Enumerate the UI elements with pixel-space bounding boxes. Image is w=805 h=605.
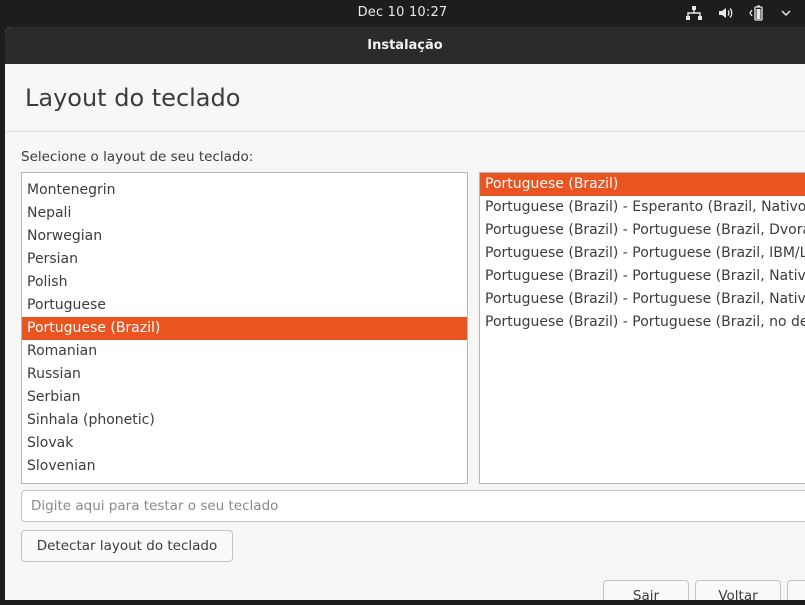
volume-icon[interactable]	[717, 5, 735, 21]
layout-list-item[interactable]: Persian	[22, 248, 467, 271]
installer-window: Instalação Layout do teclado Selecione o…	[5, 27, 805, 600]
layout-list-item[interactable]: Nepali	[22, 202, 467, 225]
variant-list-item[interactable]: Portuguese (Brazil) - Portuguese (Brazil…	[480, 288, 805, 311]
network-icon[interactable]	[685, 5, 703, 21]
variant-list-item[interactable]: Portuguese (Brazil) - Portuguese (Brazil…	[480, 219, 805, 242]
top-bar: Dec 10 10:27	[0, 0, 805, 27]
page-content: Selecione o layout de seu teclado: Monte…	[5, 132, 805, 600]
back-button[interactable]: Voltar	[695, 580, 781, 600]
layout-prompt: Selecione o layout de seu teclado:	[21, 149, 254, 165]
next-button[interactable]	[787, 580, 805, 600]
system-tray[interactable]	[685, 5, 791, 21]
variant-list-item[interactable]: Portuguese (Brazil) - Portuguese (Brazil…	[480, 311, 805, 334]
variant-list-item[interactable]: Portuguese (Brazil) - Esperanto (Brazil,…	[480, 196, 805, 219]
layout-list-item[interactable]: Slovak	[22, 432, 467, 455]
battery-icon[interactable]	[749, 5, 767, 21]
window-titlebar[interactable]: Instalação	[5, 27, 805, 64]
layout-list-item[interactable]: Russian	[22, 363, 467, 386]
layout-list-item[interactable]: Polish	[22, 271, 467, 294]
detect-layout-button[interactable]: Detectar layout do teclado	[21, 530, 233, 562]
page-title: Layout do teclado	[25, 84, 241, 112]
quit-button[interactable]: Sair	[603, 580, 689, 600]
page-header: Layout do teclado	[5, 64, 805, 132]
layout-list-item[interactable]: Romanian	[22, 340, 467, 363]
layout-list-item[interactable]: Portuguese (Brazil)	[22, 317, 467, 340]
variant-list[interactable]: Portuguese (Brazil) Portuguese (Brazil) -…	[479, 172, 805, 484]
layout-list-item[interactable]: Sinhala (phonetic)	[22, 409, 467, 432]
variant-list-item[interactable]: Portuguese (Brazil) - Portuguese (Brazil…	[480, 242, 805, 265]
screen-bottom-edge	[0, 600, 805, 605]
layout-list-item[interactable]: Slovenian	[22, 455, 467, 478]
menu-arrow-icon[interactable]	[781, 5, 791, 21]
variant-list-item[interactable]: Portuguese (Brazil)	[480, 173, 805, 196]
layout-list[interactable]: Montenegrin Nepali Norwegian Persian Polish P…	[21, 172, 468, 484]
window-title: Instalação	[367, 38, 443, 53]
keyboard-test-input[interactable]	[21, 490, 805, 522]
layout-list-item[interactable]: Montenegrin	[22, 179, 467, 202]
layout-list-item[interactable]: Norwegian	[22, 225, 467, 248]
variant-list-item[interactable]: Portuguese (Brazil) - Portuguese (Brazil…	[480, 265, 805, 288]
layout-list-item[interactable]: Serbian	[22, 386, 467, 409]
layout-list-item[interactable]: Portuguese	[22, 294, 467, 317]
